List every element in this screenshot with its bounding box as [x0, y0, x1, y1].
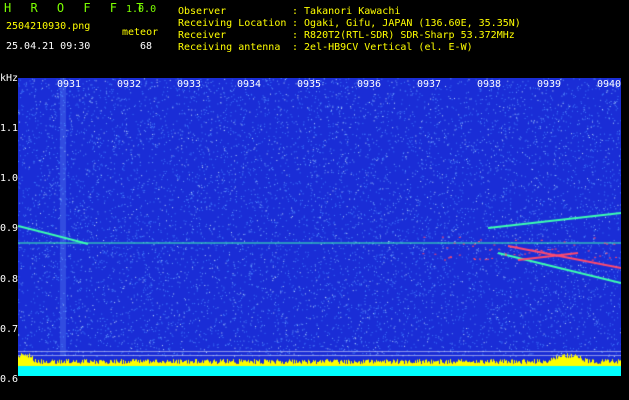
x-tick: 0933 [177, 79, 202, 90]
y-tick: 0.9 [0, 223, 19, 234]
file-name: 2504210930.png [6, 21, 91, 32]
khz-unit-label: kHz [0, 73, 19, 84]
meteor-count: 68 [140, 41, 153, 52]
y-tick: 1.1 [0, 123, 19, 134]
meteor-label: meteor [122, 27, 159, 38]
y-tick: 0.7 [0, 324, 19, 335]
x-tick: 0937 [417, 79, 442, 90]
y-tick: 1.0 [0, 173, 19, 184]
x-tick: 0931 [57, 79, 82, 90]
x-tick: 0935 [297, 79, 322, 90]
info-value-location: : Ogaki, Gifu, JAPAN (136.60E, 35.35N) [292, 18, 521, 29]
y-tick: 0.6 [0, 374, 19, 385]
header-panel: H R O F F T 1.0.0 2504210930.png meteor … [0, 0, 629, 76]
info-label-location: Receiving Location [178, 18, 287, 29]
x-tick: 0934 [237, 79, 262, 90]
x-tick: 0939 [537, 79, 562, 90]
x-tick: 0936 [357, 79, 382, 90]
y-tick: 0.8 [0, 274, 19, 285]
info-value-receiver: : R820T2(RTL-SDR) SDR-Sharp 53.372MHz [292, 30, 515, 41]
x-tick: 0940 [597, 79, 622, 90]
info-label-receiver: Receiver [178, 30, 227, 41]
info-value-antenna: : 2el-HB9CV Vertical (el. E-W) [292, 42, 473, 53]
info-label-antenna: Receiving antenna [178, 42, 281, 53]
x-tick: 0932 [117, 79, 142, 90]
info-label-observer: Observer [178, 6, 227, 17]
info-value-observer: : Takanori Kawachi [292, 6, 401, 17]
file-datetime: 25.04.21 09:30 [6, 41, 91, 52]
app-version: 1.0.0 [126, 4, 157, 15]
x-tick: 0938 [477, 79, 502, 90]
spectrogram [18, 78, 621, 376]
